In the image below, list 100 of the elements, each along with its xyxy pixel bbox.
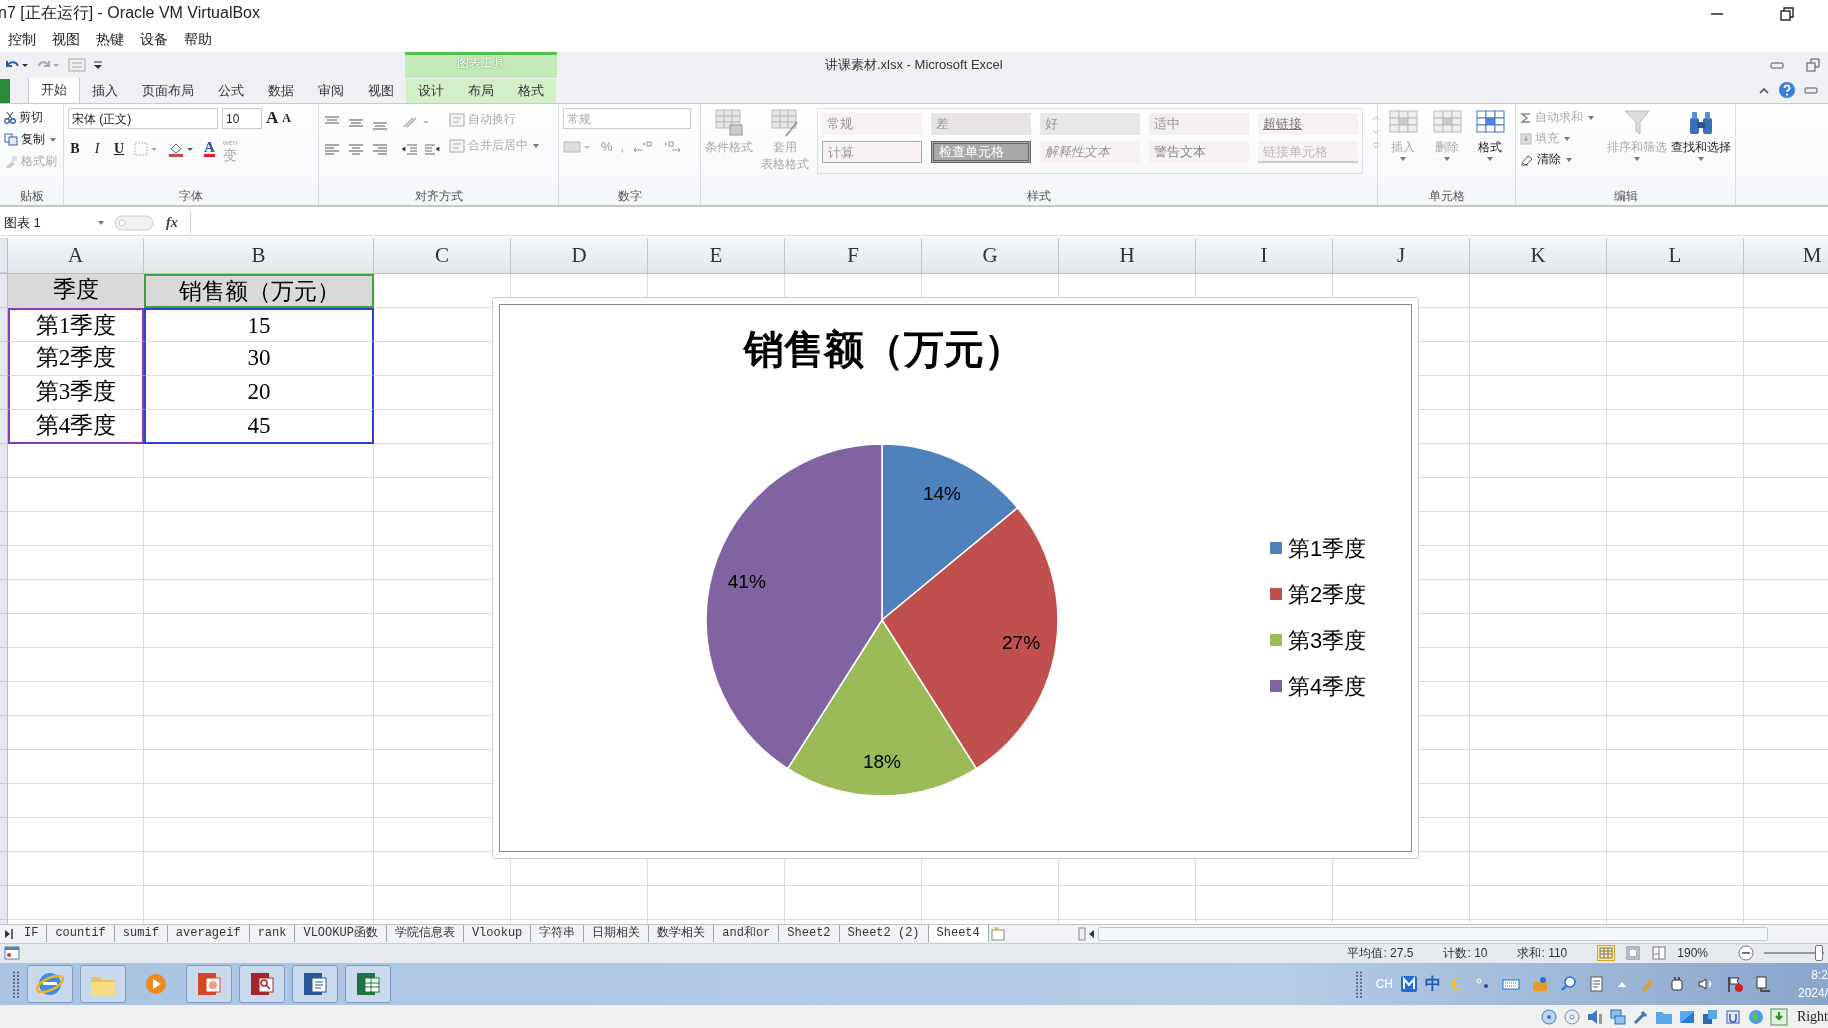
- row-header[interactable]: [0, 715, 8, 750]
- ribbon-tab[interactable]: 布局: [456, 78, 506, 103]
- menu-item[interactable]: 控制: [8, 30, 36, 49]
- sheet-tab[interactable]: VLOOKUP函数: [295, 925, 387, 943]
- column-header[interactable]: M: [1744, 237, 1828, 273]
- taskbar-button[interactable]: [186, 965, 232, 1004]
- column-header[interactable]: D: [511, 237, 648, 273]
- row-header[interactable]: [0, 579, 8, 614]
- scroll-down-icon[interactable]: [1371, 127, 1381, 136]
- ribbon-tab[interactable]: 设计: [406, 78, 456, 103]
- expand-handle-icon[interactable]: [114, 213, 154, 232]
- column-header[interactable]: K: [1470, 237, 1607, 273]
- column-header[interactable]: J: [1333, 237, 1470, 273]
- keyboard-icon[interactable]: [1502, 976, 1520, 993]
- format-button[interactable]: B: [68, 140, 82, 157]
- help-icon[interactable]: [1778, 81, 1796, 100]
- row-header[interactable]: [0, 681, 8, 716]
- name-box[interactable]: 图表 1: [0, 213, 110, 232]
- sheet-tab[interactable]: rank: [249, 925, 296, 943]
- row-header[interactable]: [0, 545, 8, 580]
- download-icon[interactable]: [1769, 1007, 1788, 1026]
- row-header[interactable]: [0, 511, 8, 546]
- menu-item[interactable]: 设备: [140, 30, 168, 49]
- ribbon-button[interactable]: 剪切: [4, 107, 59, 128]
- chip-icon[interactable]: [1723, 1007, 1742, 1026]
- toolbox-icon[interactable]: [1531, 976, 1549, 993]
- sheet-tab[interactable]: 字符串: [531, 925, 585, 943]
- ribbon-button[interactable]: 复制: [4, 129, 59, 150]
- ribbon-button[interactable]: 清除: [1520, 149, 1603, 170]
- page-layout-icon[interactable]: [1625, 945, 1642, 962]
- row-header[interactable]: [0, 613, 8, 648]
- file-button[interactable]: [0, 78, 10, 103]
- row-header[interactable]: [0, 885, 8, 920]
- pie-slice[interactable]: [786, 619, 978, 797]
- sheet-tab[interactable]: Sheet2 (2): [839, 925, 929, 943]
- font-name-field[interactable]: 宋体 (正文): [68, 107, 218, 129]
- horizontal-scrollbar[interactable]: [1098, 926, 1768, 941]
- row-header[interactable]: [0, 375, 8, 410]
- grow-font-button[interactable]: A: [266, 108, 279, 129]
- menu-item[interactable]: 帮助: [184, 30, 212, 49]
- sheet-tab[interactable]: sumif: [114, 925, 168, 943]
- sheet-tab[interactable]: averageif: [167, 925, 250, 943]
- column-header[interactable]: H: [1059, 237, 1196, 273]
- split-handle-icon[interactable]: [1078, 926, 1086, 941]
- sheet-tab[interactable]: 数学相关: [649, 925, 715, 943]
- sheet-tab[interactable]: and和or: [714, 925, 780, 943]
- input-mode[interactable]: 中: [1425, 973, 1441, 995]
- sheet-tab[interactable]: Sheet2: [779, 925, 840, 943]
- sheet-tab[interactable]: Sheet4: [928, 925, 989, 943]
- flag-error-icon[interactable]: [1726, 975, 1744, 994]
- notes-icon[interactable]: [1589, 976, 1605, 993]
- column-header[interactable]: F: [785, 237, 922, 273]
- row-header[interactable]: [0, 443, 8, 478]
- row-header[interactable]: [0, 851, 8, 886]
- network-icon[interactable]: [1755, 975, 1773, 994]
- normal-view-icon[interactable]: [1597, 945, 1616, 962]
- more-icon[interactable]: [1371, 141, 1381, 150]
- disk-icon[interactable]: [1539, 1007, 1558, 1026]
- ribbon-tab[interactable]: 视图: [356, 78, 406, 103]
- shrink-font-button[interactable]: A: [282, 110, 291, 126]
- ribbon-tab[interactable]: 开始: [28, 76, 80, 103]
- windows-icon[interactable]: [1700, 1007, 1719, 1026]
- ribbon-button[interactable]: 格式: [1469, 107, 1511, 189]
- menu-item[interactable]: 热键: [96, 30, 124, 49]
- decimal-increase-icon[interactable]: [632, 138, 655, 155]
- plug-icon[interactable]: [1668, 975, 1686, 994]
- macro-record-icon[interactable]: [4, 946, 20, 961]
- ribbon-tab[interactable]: 页面布局: [130, 78, 206, 103]
- network-icon[interactable]: [1608, 1007, 1627, 1026]
- column-header[interactable]: E: [648, 237, 785, 273]
- zoom-slider-thumb[interactable]: [1815, 945, 1823, 962]
- optical-disc-icon[interactable]: [1562, 1007, 1581, 1026]
- taskbar-button[interactable]: [345, 965, 391, 1004]
- font-size-field[interactable]: 10: [222, 107, 262, 129]
- sheet-tab[interactable]: IF: [16, 925, 48, 943]
- insert-sheet-icon[interactable]: [988, 925, 1007, 942]
- search-icon[interactable]: [1560, 976, 1578, 993]
- row-header[interactable]: [0, 409, 8, 444]
- pie-slice[interactable]: [881, 443, 1019, 621]
- currency-icon[interactable]: [563, 138, 593, 155]
- row-header[interactable]: [0, 273, 8, 308]
- sheet-tab[interactable]: Vlookup: [463, 925, 532, 943]
- column-header[interactable]: A: [8, 237, 144, 273]
- taskbar-button[interactable]: [27, 965, 73, 1004]
- ribbon-tab[interactable]: 公式: [206, 78, 256, 103]
- column-header[interactable]: I: [1196, 237, 1333, 273]
- restore-icon[interactable]: [1780, 6, 1794, 21]
- insert-function-button[interactable]: fx: [158, 214, 186, 231]
- taskbar-button[interactable]: [292, 965, 338, 1004]
- format-button[interactable]: I: [90, 140, 104, 157]
- globe-icon[interactable]: [1746, 1007, 1765, 1026]
- cell-style-swatch[interactable]: 超链接: [1258, 112, 1358, 135]
- row-header[interactable]: [0, 307, 8, 342]
- font-color-button[interactable]: A: [204, 140, 215, 158]
- format-button[interactable]: U: [112, 140, 126, 157]
- sheet-tab[interactable]: 学院信息表: [386, 925, 464, 943]
- indent-icon[interactable]: [401, 141, 441, 158]
- menu-item[interactable]: 视图: [52, 30, 80, 49]
- border-icon[interactable]: [134, 141, 160, 156]
- ribbon-tab[interactable]: 插入: [80, 78, 130, 103]
